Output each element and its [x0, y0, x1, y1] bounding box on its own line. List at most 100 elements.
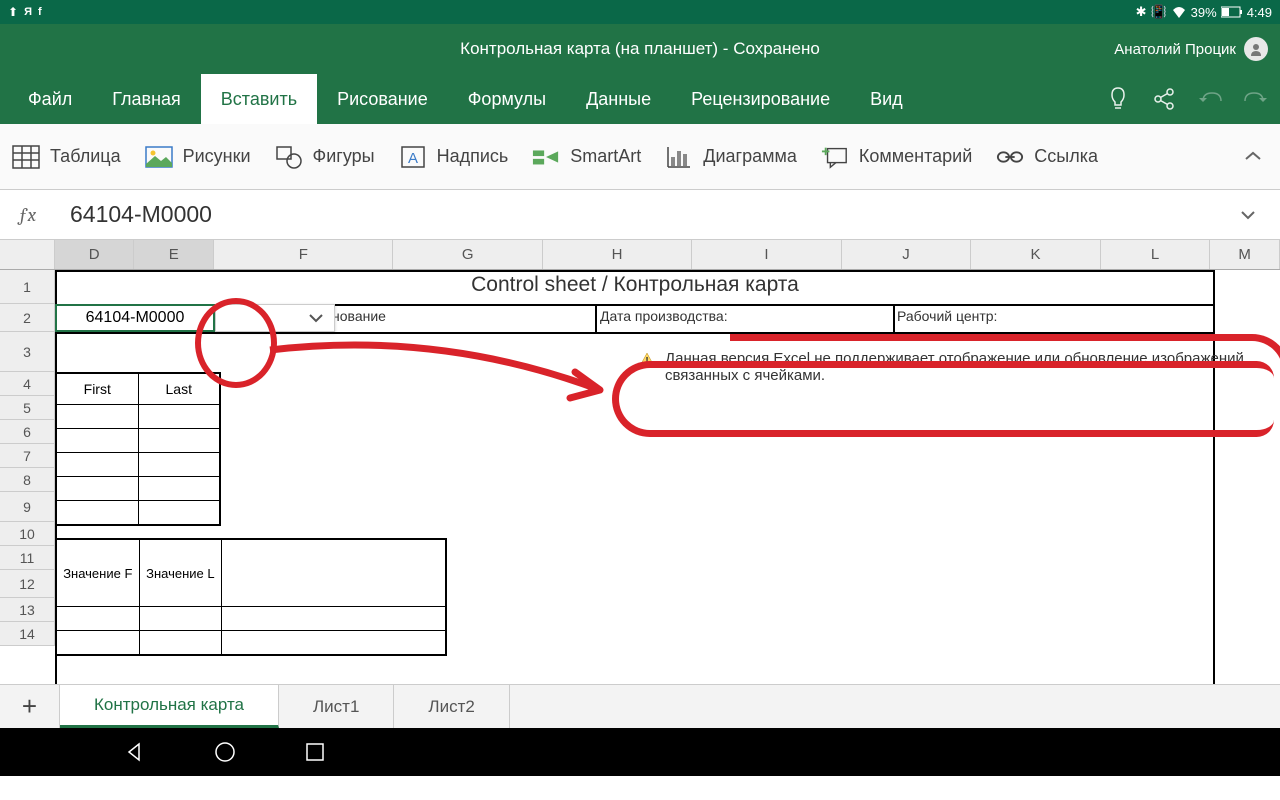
th-last: Last: [139, 374, 220, 404]
col-header-g[interactable]: G: [393, 240, 542, 269]
th-value-l: Значение L: [140, 540, 223, 606]
sheet-tab-2[interactable]: Лист1: [279, 685, 394, 728]
row-header-7[interactable]: 7: [0, 444, 55, 468]
textbox-icon: A: [399, 143, 427, 171]
shapes-icon: [275, 143, 303, 171]
warning-text: Данная версия Excel не поддерживает отоб…: [665, 350, 1266, 384]
col-header-f[interactable]: F: [214, 240, 393, 269]
sheet-tabs-bar: + Контрольная карта Лист1 Лист2: [0, 684, 1280, 728]
insert-shapes-button[interactable]: Фигуры: [275, 143, 375, 171]
picture-icon: [145, 143, 173, 171]
sheet-tab-3[interactable]: Лист2: [394, 685, 509, 728]
row-header-8[interactable]: 8: [0, 468, 55, 492]
select-all-corner[interactable]: [0, 240, 55, 269]
th-first: First: [57, 374, 139, 404]
user-avatar-icon[interactable]: [1244, 37, 1268, 61]
recent-button[interactable]: [300, 737, 330, 767]
row-header-9[interactable]: 9: [0, 492, 55, 522]
row-header-4[interactable]: 4: [0, 372, 55, 396]
insert-link-button[interactable]: Ссылка: [996, 143, 1098, 171]
ribbon-tabs: Файл Главная Вставить Рисование Формулы …: [0, 74, 1280, 124]
spreadsheet-grid[interactable]: 1 2 3 4 5 6 7 8 9 10 11 12 13 14 Control…: [0, 270, 1280, 684]
comment-icon: [821, 143, 849, 171]
col-header-k[interactable]: K: [971, 240, 1101, 269]
sheet-title-cell[interactable]: Control sheet / Контрольная карта: [55, 270, 1215, 304]
redo-icon[interactable]: [1242, 85, 1270, 113]
svg-text:!: !: [645, 356, 648, 367]
document-title: Контрольная карта (на планшет) - Сохране…: [460, 39, 820, 59]
col-header-h[interactable]: H: [543, 240, 692, 269]
insert-chart-button[interactable]: Диаграмма: [665, 143, 797, 171]
values-table[interactable]: Значение FЗначение L: [55, 538, 447, 656]
sheet-tab-1[interactable]: Контрольная карта: [60, 685, 279, 728]
col-header-i[interactable]: I: [692, 240, 841, 269]
chevron-down-icon: [308, 313, 324, 323]
insert-smartart-button[interactable]: SmartArt: [532, 143, 641, 171]
row-header-13[interactable]: 13: [0, 598, 55, 622]
home-button[interactable]: [210, 737, 240, 767]
tab-view[interactable]: Вид: [850, 74, 923, 124]
column-headers: D E F G H I J K L M: [0, 240, 1280, 270]
col-header-j[interactable]: J: [842, 240, 972, 269]
table-icon: [12, 143, 40, 171]
fx-icon[interactable]: ƒx: [0, 204, 55, 226]
ribbon-toolbar: Таблица Рисунки Фигуры A Надпись SmartAr…: [0, 124, 1280, 190]
label-workcenter: Рабочий центр:: [897, 308, 997, 324]
insert-table-button[interactable]: Таблица: [12, 143, 121, 171]
row-header-5[interactable]: 5: [0, 396, 55, 420]
wifi-icon: [1171, 6, 1187, 18]
tab-file[interactable]: Файл: [8, 74, 92, 124]
yandex-icon: Я: [24, 6, 32, 18]
formula-bar: ƒx 64104-M0000: [0, 190, 1280, 240]
col-header-d[interactable]: D: [55, 240, 135, 269]
clock: 4:49: [1247, 5, 1272, 20]
tab-review[interactable]: Рецензирование: [671, 74, 850, 124]
row-header-11[interactable]: 11: [0, 546, 55, 570]
vibrate-icon: 📳: [1150, 4, 1166, 20]
smartart-icon: [532, 143, 560, 171]
row-header-10[interactable]: 10: [0, 522, 55, 546]
android-nav-bar: [0, 728, 1280, 776]
th-value-f: Значение F: [57, 540, 140, 606]
first-last-table[interactable]: FirstLast: [55, 372, 221, 526]
collapse-ribbon-button[interactable]: [1238, 142, 1268, 172]
col-header-e[interactable]: E: [134, 240, 214, 269]
insert-pictures-button[interactable]: Рисунки: [145, 143, 251, 171]
warning-icon: !: [639, 352, 655, 368]
active-cell[interactable]: 64104-M0000: [55, 304, 215, 332]
link-icon: [996, 143, 1024, 171]
insert-comment-button[interactable]: Комментарий: [821, 143, 972, 171]
add-sheet-button[interactable]: +: [0, 685, 60, 728]
label-production-date: Дата производства:: [600, 308, 728, 324]
col-header-m[interactable]: M: [1210, 240, 1280, 269]
tab-formulas[interactable]: Формулы: [448, 74, 566, 124]
user-name[interactable]: Анатолий Процик: [1114, 41, 1236, 58]
row-header-14[interactable]: 14: [0, 622, 55, 646]
row-headers: 1 2 3 4 5 6 7 8 9 10 11 12 13 14: [0, 270, 55, 646]
svg-text:A: A: [408, 150, 418, 167]
row-header-3[interactable]: 3: [0, 332, 55, 372]
tab-draw[interactable]: Рисование: [317, 74, 448, 124]
battery-icon: [1221, 6, 1243, 18]
undo-icon[interactable]: [1196, 85, 1224, 113]
tab-insert[interactable]: Вставить: [201, 74, 317, 124]
insert-textbox-button[interactable]: A Надпись: [399, 143, 509, 171]
row-header-1[interactable]: 1: [0, 270, 55, 304]
tab-data[interactable]: Данные: [566, 74, 671, 124]
formula-input[interactable]: 64104-M0000: [55, 201, 1240, 228]
row-header-6[interactable]: 6: [0, 420, 55, 444]
back-button[interactable]: [120, 737, 150, 767]
share-icon[interactable]: [1150, 85, 1178, 113]
col-header-l[interactable]: L: [1101, 240, 1211, 269]
upload-icon: ⬆: [8, 5, 18, 19]
expand-formula-icon[interactable]: [1240, 210, 1280, 220]
tab-home[interactable]: Главная: [92, 74, 201, 124]
bluetooth-icon: ✱: [1136, 4, 1147, 20]
row-header-12[interactable]: 12: [0, 570, 55, 598]
facebook-icon: f: [38, 6, 42, 18]
android-status-bar: ⬆ Я f ✱ 📳 39% 4:49: [0, 0, 1280, 24]
lightbulb-icon[interactable]: [1104, 85, 1132, 113]
warning-message: ! Данная версия Excel не поддерживает от…: [625, 340, 1280, 394]
row-header-2[interactable]: 2: [0, 304, 55, 332]
dropdown-button[interactable]: [215, 304, 335, 332]
